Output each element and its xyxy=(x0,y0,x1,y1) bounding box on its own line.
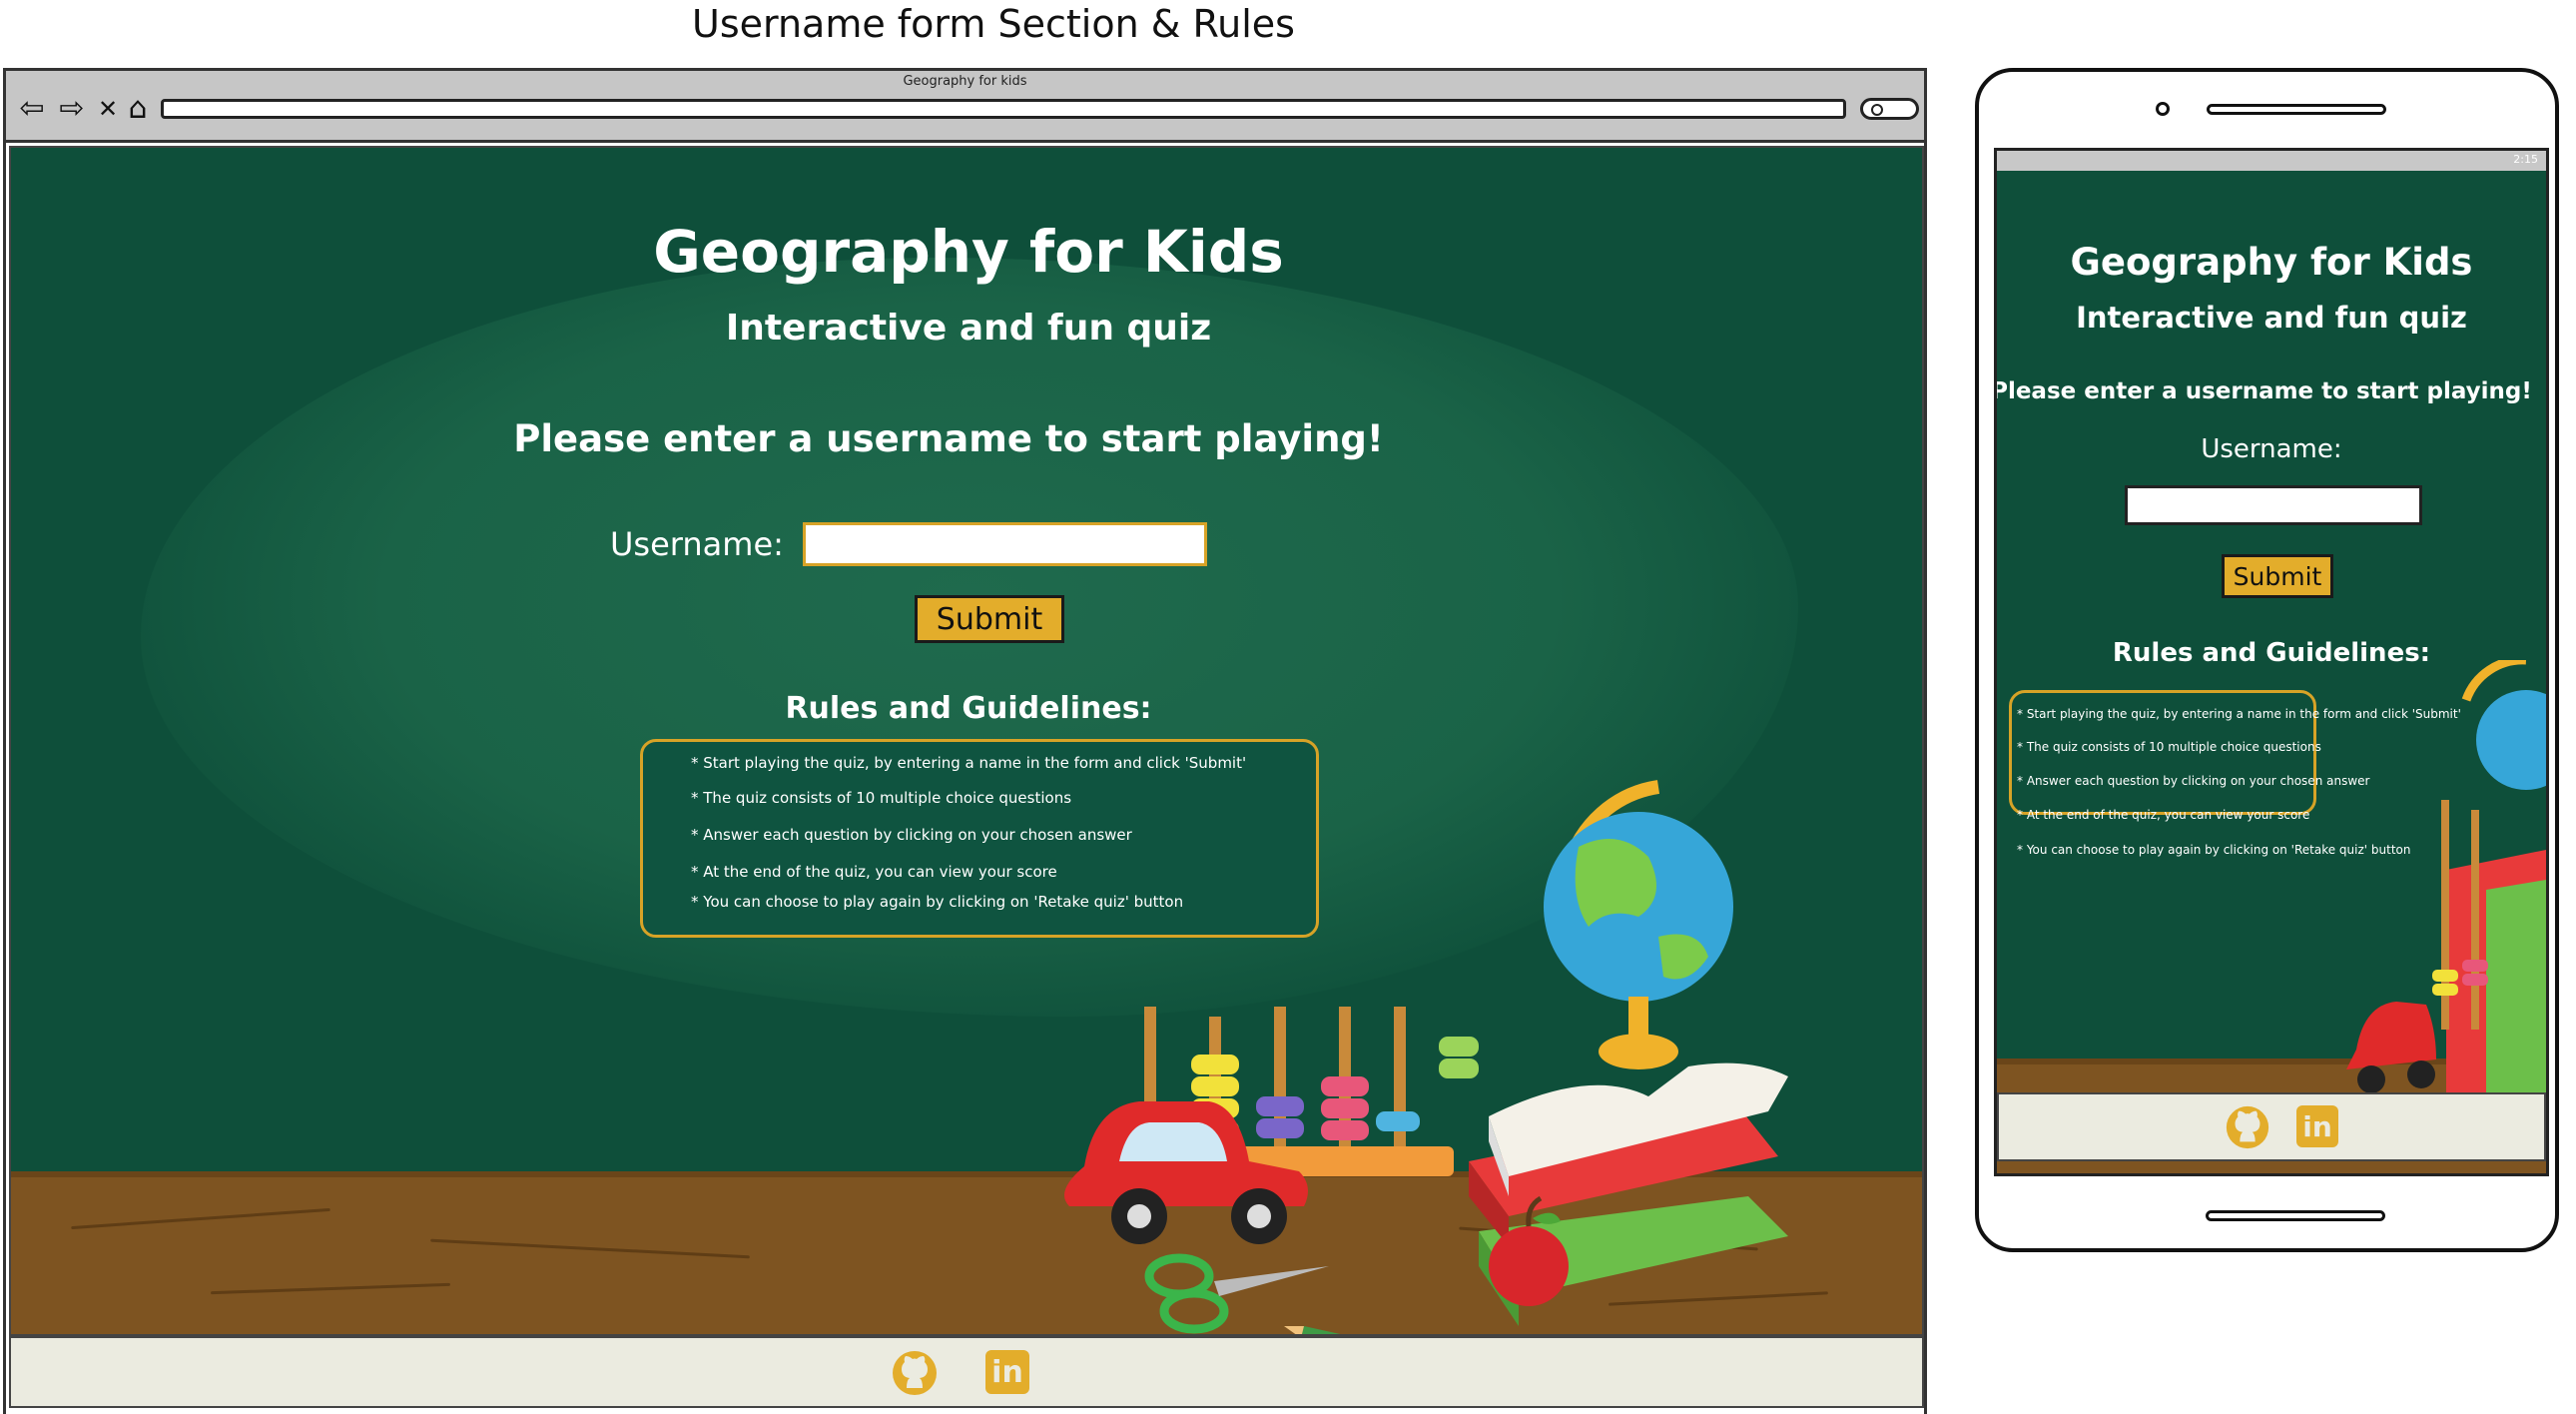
phone-home-button[interactable] xyxy=(2206,1210,2385,1221)
desktop-browser-mockup: Geography for kids ⇦ ⇨ ✕ ⌂ Geography for… xyxy=(3,68,1927,1414)
username-label: Username: xyxy=(610,525,784,563)
rule-item: * At the end of the quiz, you can view y… xyxy=(2017,808,2310,822)
username-label: Username: xyxy=(2201,434,2342,464)
github-icon[interactable] xyxy=(890,1348,940,1398)
phone-speaker xyxy=(2207,104,2386,115)
mobile-phone-mockup: 2:15 Geography for Kids Interactive and … xyxy=(1975,68,2559,1252)
url-bar[interactable] xyxy=(161,99,1846,119)
site-title: Geography for Kids xyxy=(2070,241,2473,284)
rules-title: Rules and Guidelines: xyxy=(785,691,1152,726)
username-input[interactable] xyxy=(803,522,1207,566)
browser-toolbar: Geography for kids ⇦ ⇨ ✕ ⌂ xyxy=(6,71,1924,143)
browser-tab-title: Geography for kids xyxy=(903,74,1027,89)
site-title: Geography for Kids xyxy=(653,218,1284,286)
submit-button[interactable]: Submit xyxy=(915,595,1064,643)
close-icon[interactable]: ✕ xyxy=(92,93,124,125)
linkedin-icon[interactable]: in xyxy=(2296,1105,2338,1147)
site-subtitle: Interactive and fun quiz xyxy=(725,308,1212,349)
phone-status-bar: 2:15 xyxy=(1997,151,2546,171)
rule-item: * You can choose to play again by clicki… xyxy=(2017,843,2411,857)
search-icon[interactable] xyxy=(1860,98,1919,120)
globe-illustration xyxy=(1544,780,1733,1069)
github-icon[interactable] xyxy=(2224,1103,2271,1151)
username-prompt: Please enter a username to start playing… xyxy=(1994,378,2532,404)
scissors-illustration xyxy=(1144,1253,1329,1334)
desktop-viewport: Geography for Kids Interactive and fun q… xyxy=(9,146,1924,1336)
linkedin-icon[interactable]: in xyxy=(985,1350,1029,1394)
rule-item: * At the end of the quiz, you can view y… xyxy=(691,863,1057,881)
rule-item: * The quiz consists of 10 multiple choic… xyxy=(2017,740,2321,754)
site-footer: in xyxy=(9,1336,1924,1408)
back-icon[interactable]: ⇦ xyxy=(16,93,48,125)
page-title: Username form Section & Rules xyxy=(692,2,1295,46)
username-input[interactable] xyxy=(2125,485,2422,525)
status-time: 2:15 xyxy=(2513,153,2538,166)
site-footer: in xyxy=(1997,1092,2546,1161)
submit-button[interactable]: Submit xyxy=(2222,554,2333,598)
school-supplies-illustration xyxy=(1064,780,1788,1334)
site-subtitle: Interactive and fun quiz xyxy=(2076,301,2467,335)
phone-camera xyxy=(2156,102,2170,116)
rule-item: * Start playing the quiz, by entering a … xyxy=(2017,707,2461,721)
forward-icon[interactable]: ⇨ xyxy=(56,93,88,125)
school-supplies-illustration xyxy=(2346,660,2546,1129)
rule-item: * The quiz consists of 10 multiple choic… xyxy=(691,789,1072,807)
username-prompt: Please enter a username to start playing… xyxy=(513,417,1384,460)
rule-item: * Answer each question by clicking on yo… xyxy=(2017,774,2370,788)
pencil-illustration xyxy=(1284,1326,1341,1334)
mobile-viewport: 2:15 Geography for Kids Interactive and … xyxy=(1994,148,2549,1176)
home-icon[interactable]: ⌂ xyxy=(122,93,154,125)
